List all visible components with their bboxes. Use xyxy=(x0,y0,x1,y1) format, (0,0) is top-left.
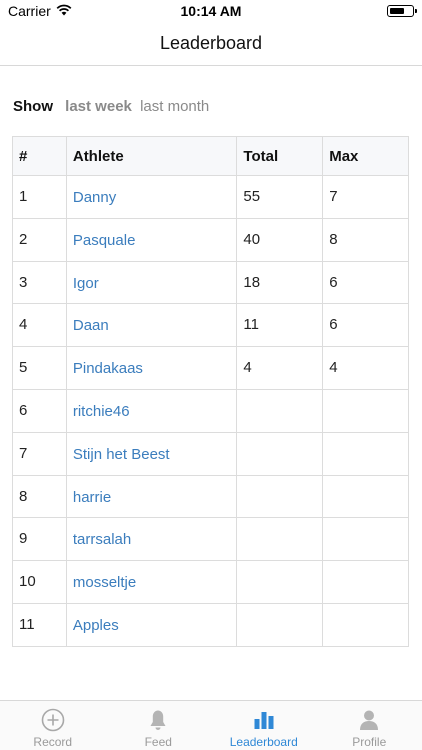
table-row: 11 Apples xyxy=(12,602,409,647)
table-header-row: # Athlete Total Max xyxy=(12,136,409,176)
athlete-link[interactable]: tarrsalah xyxy=(65,517,238,562)
athlete-link[interactable]: ritchie46 xyxy=(65,388,238,433)
table-row: 2 Pasquale 40 8 xyxy=(12,217,409,262)
header-rank: # xyxy=(12,136,67,176)
rank-cell: 9 xyxy=(12,517,67,562)
page-title: Leaderboard xyxy=(159,33,263,53)
max-cell: 8 xyxy=(322,217,409,262)
rank-cell: 2 xyxy=(12,217,67,262)
athlete-link[interactable]: Daan xyxy=(65,303,238,348)
max-cell xyxy=(322,431,409,476)
filter-label: Show xyxy=(13,98,53,115)
tab-feed[interactable]: Feed xyxy=(106,701,212,750)
person-icon xyxy=(317,707,422,735)
table-row: 9 tarrsalah xyxy=(12,517,409,562)
tab-record-label: Record xyxy=(33,735,73,749)
total-cell xyxy=(236,388,324,433)
table-row: 4 Daan 11 6 xyxy=(12,303,409,348)
rank-cell: 8 xyxy=(12,474,67,519)
total-cell xyxy=(236,474,324,519)
athlete-link[interactable]: Danny xyxy=(65,175,238,219)
table-row: 1 Danny 55 7 xyxy=(12,175,409,219)
table-row: 10 mosseltje xyxy=(12,560,409,604)
rank-cell: 5 xyxy=(12,346,67,390)
rank-cell: 4 xyxy=(12,303,67,348)
table-row: 7 Stijn het Beest xyxy=(12,431,409,476)
table-row: 3 Igor 18 6 xyxy=(12,260,409,305)
period-filter: Show last week last month xyxy=(13,96,209,118)
max-cell: 6 xyxy=(322,260,409,305)
athlete-link[interactable]: harrie xyxy=(65,474,238,519)
navigation-bar: Leaderboard xyxy=(0,22,422,66)
total-cell xyxy=(236,517,324,562)
athlete-link[interactable]: mosseltje xyxy=(65,560,238,604)
athlete-link[interactable]: Igor xyxy=(65,260,238,305)
bell-icon xyxy=(106,707,212,735)
rank-cell: 7 xyxy=(12,431,67,476)
status-bar: Carrier 10:14 AM xyxy=(0,0,422,22)
rank-cell: 3 xyxy=(12,260,67,305)
rank-cell: 6 xyxy=(12,388,67,433)
tab-bar: Record Feed Leaderboard Profile xyxy=(0,700,422,750)
total-cell: 55 xyxy=(236,175,324,219)
athlete-link[interactable]: Pasquale xyxy=(65,217,238,262)
rank-cell: 1 xyxy=(12,175,67,219)
total-cell: 40 xyxy=(236,217,324,262)
filter-option-last-week[interactable]: last week xyxy=(65,98,132,115)
status-time: 10:14 AM xyxy=(180,3,242,19)
bar-chart-icon xyxy=(211,707,317,735)
total-cell xyxy=(236,431,324,476)
athlete-link[interactable]: Stijn het Beest xyxy=(65,431,238,476)
header-max: Max xyxy=(322,136,409,176)
header-athlete: Athlete xyxy=(65,136,238,176)
total-cell xyxy=(236,602,324,647)
tab-profile[interactable]: Profile xyxy=(317,701,422,750)
max-cell: 7 xyxy=(322,175,409,219)
total-cell: 4 xyxy=(236,346,324,390)
tab-profile-label: Profile xyxy=(352,735,387,749)
total-cell: 11 xyxy=(236,303,324,348)
rank-cell: 11 xyxy=(12,602,67,647)
tab-leaderboard-label: Leaderboard xyxy=(229,735,298,749)
header-total: Total xyxy=(236,136,324,176)
table-row: 5 Pindakaas 4 4 xyxy=(12,346,409,390)
plus-circle-icon xyxy=(0,707,106,735)
max-cell xyxy=(322,474,409,519)
max-cell xyxy=(322,602,409,647)
table-row: 8 harrie xyxy=(12,474,409,519)
total-cell xyxy=(236,560,324,604)
max-cell xyxy=(322,388,409,433)
tab-feed-label: Feed xyxy=(144,735,172,749)
tab-leaderboard[interactable]: Leaderboard xyxy=(211,701,317,750)
max-cell: 6 xyxy=(322,303,409,348)
athlete-link[interactable]: Pindakaas xyxy=(65,346,238,390)
rank-cell: 10 xyxy=(12,560,67,604)
table-row: 6 ritchie46 xyxy=(12,388,409,433)
max-cell: 4 xyxy=(322,346,409,390)
battery-icon xyxy=(387,5,417,17)
max-cell xyxy=(322,560,409,604)
max-cell xyxy=(322,517,409,562)
leaderboard-table: # Athlete Total Max 1 Danny 55 7 2 Pasqu… xyxy=(12,136,409,647)
filter-option-last-month[interactable]: last month xyxy=(140,98,209,115)
tab-record[interactable]: Record xyxy=(0,701,106,750)
total-cell: 18 xyxy=(236,260,324,305)
athlete-link[interactable]: Apples xyxy=(65,602,238,647)
